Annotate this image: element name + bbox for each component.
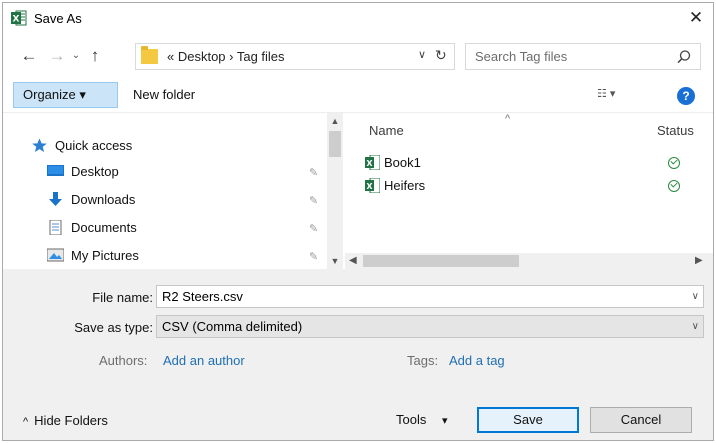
chevron-up-icon: ^ <box>23 416 29 428</box>
refresh-icon[interactable]: ↻ <box>435 47 447 64</box>
sync-status-ok-icon <box>668 157 680 169</box>
file-list: Name ^ Status X Book1 X Heifers <box>345 113 713 269</box>
breadcrumb[interactable]: « Desktop › Tag files <box>167 49 285 64</box>
column-header-name[interactable]: Name <box>369 123 404 138</box>
help-icon[interactable]: ? <box>677 87 695 105</box>
scrollbar-thumb[interactable] <box>329 131 341 157</box>
tags-label: Tags: <box>407 353 439 368</box>
excel-file-icon: X <box>365 155 380 170</box>
hide-folders-button[interactable]: ^ Hide Folders <box>23 413 108 428</box>
pin-icon[interactable]: ✎ <box>309 222 318 235</box>
forward-arrow-icon[interactable]: → <box>47 45 67 67</box>
save-type-select[interactable]: CSV (Comma delimited) ∨ <box>156 315 704 338</box>
save-button[interactable]: Save <box>477 407 579 433</box>
column-header-status[interactable]: Status <box>657 123 694 138</box>
toolbar: Organize ▾ New folder ☷ ▾ ? <box>3 79 713 113</box>
svg-text:X: X <box>366 159 373 168</box>
save-type-value: CSV (Comma delimited) <box>162 319 303 334</box>
folder-icon <box>141 46 158 64</box>
new-folder-button[interactable]: New folder <box>133 82 195 108</box>
window-title: Save As <box>34 11 82 26</box>
close-icon[interactable]: ✕ <box>683 6 709 30</box>
up-arrow-icon[interactable]: ↑ <box>85 45 105 67</box>
chevron-down-icon[interactable]: ∨ <box>692 286 699 307</box>
file-name-field[interactable]: R2 Steers.csv ∨ <box>156 285 704 308</box>
search-icon[interactable] <box>676 49 692 65</box>
desktop-icon <box>47 165 64 176</box>
scroll-left-icon[interactable]: ◀ <box>349 253 361 269</box>
file-name-value: R2 Steers.csv <box>162 289 243 304</box>
file-name: Heifers <box>384 178 426 193</box>
sort-ascending-icon: ^ <box>505 113 511 125</box>
tools-label: Tools <box>396 412 427 427</box>
chevron-down-icon[interactable]: ∨ <box>692 316 699 337</box>
document-icon <box>49 220 62 235</box>
authors-label: Authors: <box>99 353 148 368</box>
organize-button[interactable]: Organize ▾ <box>13 82 118 108</box>
excel-file-icon: X <box>365 178 380 193</box>
recent-locations-chevron-icon[interactable]: ⌄ <box>69 45 83 67</box>
chevron-down-icon: ▾ <box>441 415 448 427</box>
file-name-label: File name: <box>92 290 153 305</box>
excel-app-icon: X <box>11 10 27 26</box>
cancel-button[interactable]: Cancel <box>590 407 692 433</box>
sync-status-ok-icon <box>668 180 680 192</box>
search-placeholder: Search Tag files <box>475 49 568 64</box>
download-icon <box>49 192 62 206</box>
pin-icon[interactable]: ✎ <box>309 194 318 207</box>
sidebar-item-label: Desktop <box>71 164 119 179</box>
title-bar: X Save As ✕ <box>3 3 713 33</box>
save-options-panel: File name: R2 Steers.csv ∨ Save as type:… <box>3 269 713 440</box>
star-icon <box>32 138 47 152</box>
save-as-dialog: X Save As ✕ ← → ⌄ ↑ « Desktop › Tag file… <box>2 2 714 441</box>
scroll-up-icon[interactable]: ▲ <box>327 113 343 129</box>
pin-icon[interactable]: ✎ <box>309 166 318 179</box>
tools-menu-button[interactable]: Tools ▾ <box>396 407 448 433</box>
sidebar-item-label: My Pictures <box>71 248 139 263</box>
svg-text:X: X <box>13 15 20 25</box>
navigation-pane: Quick access Desktop ✎ Downloads ✎ Docum… <box>3 113 341 269</box>
change-view-icon[interactable]: ☷ ▾ <box>597 87 631 105</box>
address-bar[interactable]: « Desktop › Tag files ∨ ↻ <box>135 43 455 70</box>
add-author-link[interactable]: Add an author <box>163 353 245 368</box>
scrollbar-thumb[interactable] <box>363 255 519 267</box>
nav-pane-scrollbar[interactable]: ▲ ▼ <box>327 113 343 269</box>
scroll-down-icon[interactable]: ▼ <box>327 253 343 269</box>
sidebar-item-label: Quick access <box>55 138 133 153</box>
sidebar-item-label: Documents <box>71 220 137 235</box>
file-list-scrollbar[interactable]: ◀ ▶ <box>345 253 713 269</box>
scroll-right-icon[interactable]: ▶ <box>695 253 709 269</box>
save-type-label: Save as type: <box>74 320 153 335</box>
address-dropdown-icon[interactable]: ∨ <box>418 48 426 61</box>
pin-icon[interactable]: ✎ <box>309 250 318 263</box>
pictures-icon <box>47 248 64 262</box>
back-arrow-icon[interactable]: ← <box>19 45 39 67</box>
hide-folders-label: Hide Folders <box>34 413 108 428</box>
search-input[interactable]: Search Tag files <box>465 43 701 70</box>
svg-text:X: X <box>366 182 373 191</box>
add-tag-link[interactable]: Add a tag <box>449 353 505 368</box>
file-name: Book1 <box>384 155 421 170</box>
sidebar-item-label: Downloads <box>71 192 136 207</box>
